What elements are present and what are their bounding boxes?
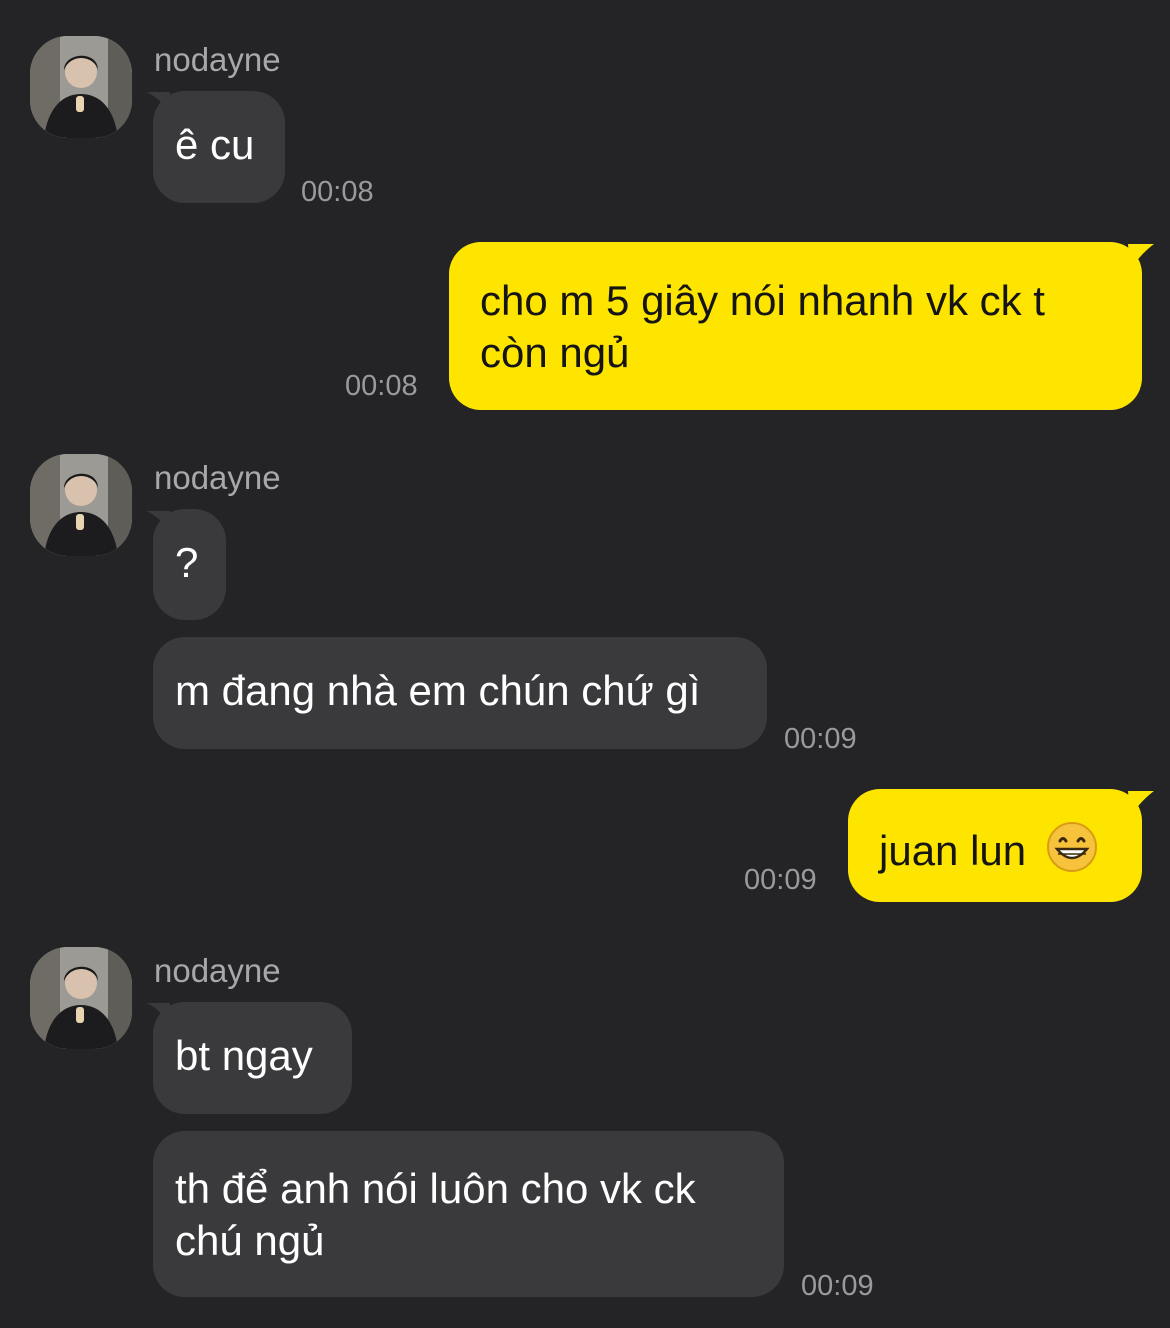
avatar-photo-icon: [30, 947, 132, 1049]
sender-avatar[interactable]: [30, 454, 132, 556]
message-text: m đang nhà em chún chứ gì: [175, 667, 701, 714]
message-bubble[interactable]: m đang nhà em chún chứ gì: [153, 637, 767, 749]
message-text: ê cu: [175, 121, 255, 168]
grinning-face-icon: [1046, 822, 1097, 872]
message-bubble[interactable]: th để anh nói luôn cho vk ck chú ngủ: [153, 1131, 784, 1297]
message-bubble[interactable]: juan lun: [848, 789, 1142, 902]
message-text-line2: còn ngủ: [480, 329, 630, 376]
message-time: 00:08: [345, 370, 418, 402]
bubble-tail: [1128, 244, 1154, 270]
message-bubble[interactable]: ê cu: [153, 91, 285, 203]
message-text: th để anh nói luôn cho vk ck: [175, 1165, 696, 1212]
message-time: 00:09: [801, 1270, 874, 1302]
sender-name: nodayne: [154, 952, 281, 989]
sender-avatar[interactable]: [30, 947, 132, 1049]
avatar-photo-icon: [30, 454, 132, 556]
message-time: 00:09: [784, 723, 857, 755]
message-bubble[interactable]: ?: [153, 509, 226, 620]
message-text-line2: chú ngủ: [175, 1217, 325, 1264]
sender-avatar[interactable]: [30, 36, 132, 138]
message-bubble[interactable]: bt ngay: [153, 1002, 352, 1114]
avatar-photo-icon: [30, 36, 132, 138]
sender-name: nodayne: [154, 41, 281, 78]
sender-name: nodayne: [154, 459, 281, 496]
message-text: ?: [175, 539, 199, 586]
message-text: cho m 5 giây nói nhanh vk ck t: [480, 277, 1045, 324]
message-text: juan lun: [879, 827, 1027, 874]
bubble-tail: [1128, 791, 1154, 817]
message-bubble[interactable]: cho m 5 giây nói nhanh vk ck t còn ngủ: [449, 242, 1142, 410]
message-time: 00:09: [744, 864, 817, 896]
message-text: bt ngay: [175, 1032, 313, 1079]
message-time: 00:08: [301, 176, 374, 208]
